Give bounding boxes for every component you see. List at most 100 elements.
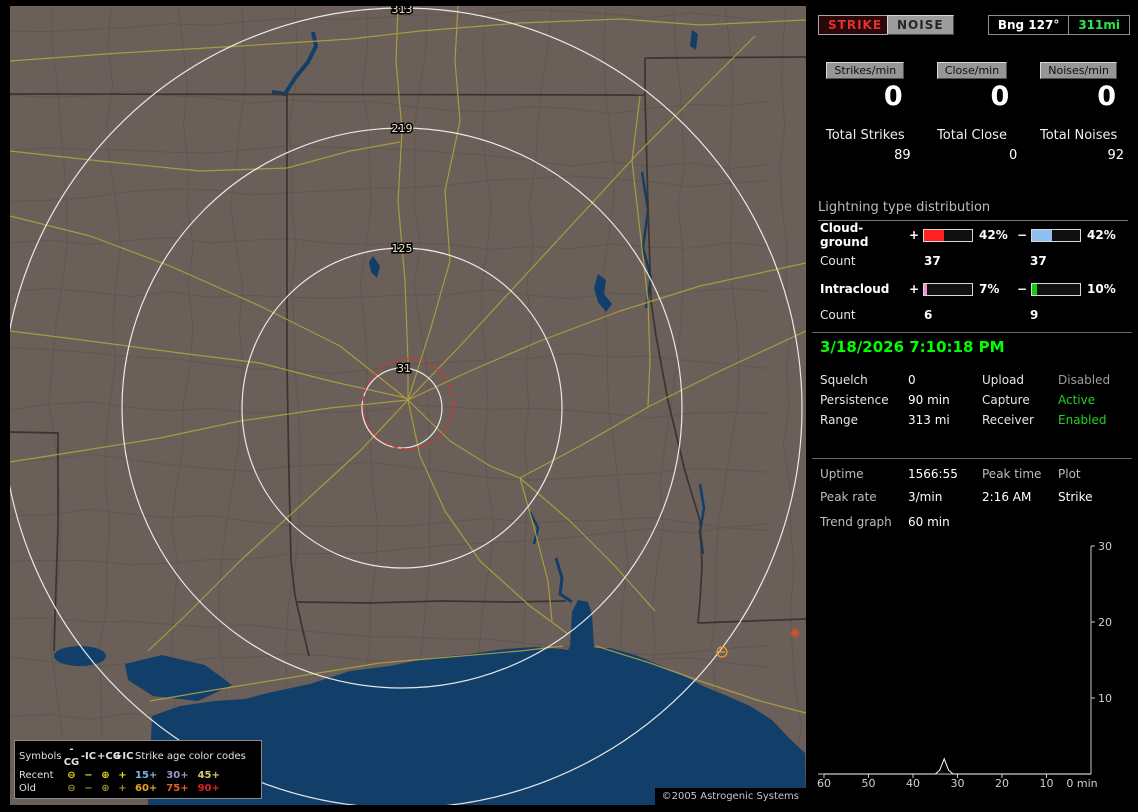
noises-per-min-value: 0	[1097, 81, 1116, 112]
radar-map: 313 219 125 31	[10, 6, 806, 805]
copyright-text: ©2005 Astrogenic Systems	[654, 788, 806, 805]
ring-label-125: 125	[392, 242, 413, 255]
uptime-label: Uptime	[820, 466, 864, 481]
age-code: 45+	[197, 770, 220, 781]
symbol-neg-cg-recent: ⊖	[67, 770, 76, 781]
cg-negative-count: 37	[1030, 254, 1047, 268]
symbol-neg-ic-recent: −	[84, 770, 93, 781]
svg-text:10: 10	[1040, 777, 1054, 790]
trend-graph-label: Trend graph	[820, 515, 892, 529]
count-label: Count	[820, 254, 856, 268]
cg-negative-bar	[1031, 228, 1081, 242]
age-code: 90+	[197, 783, 220, 794]
symbol-neg-cg-old: ⊖	[67, 783, 76, 794]
svg-text:20: 20	[1098, 616, 1112, 629]
legend-old-label: Old	[19, 783, 36, 794]
bearing-value: Bng 127°	[989, 16, 1070, 34]
squelch-value: 0	[908, 373, 916, 387]
legend-col-header: -CG	[63, 744, 80, 768]
status-panel: STRIKE NOISE Bng 127° 311mi Strikes/min …	[812, 6, 1132, 806]
total-close-value: 0	[1009, 148, 1018, 163]
symbol-neg-ic-old: −	[84, 783, 93, 794]
upload-status: Disabled	[1058, 373, 1111, 387]
legend-symbols-header: Symbols	[19, 750, 62, 762]
legend-col-header: -IC	[80, 750, 97, 762]
symbol-pos-ic-old: +	[118, 783, 127, 794]
minus-sign: −	[1016, 282, 1028, 296]
cg-negative-pct: 42%	[1087, 228, 1116, 242]
capture-status: Active	[1058, 393, 1096, 407]
peak-time-value: 2:16 AM	[982, 489, 1032, 504]
age-code: 15+	[135, 770, 158, 781]
ic-negative-bar	[1031, 282, 1081, 296]
noise-mode-button[interactable]: NOISE	[887, 15, 954, 35]
app-window: 313 219 125 31 Symbols -CG -IC +CG +IC S…	[0, 0, 1138, 812]
map-legend: Symbols -CG -IC +CG +IC Strike age color…	[14, 740, 262, 799]
trend-window-value: 60 min	[908, 515, 950, 529]
trend-chart: 60 50 40 30 20 10 0 min 10 20 30	[817, 540, 1112, 790]
svg-text:20: 20	[995, 777, 1009, 790]
svg-text:10: 10	[1098, 692, 1112, 705]
close-per-min-label: Close/min	[936, 62, 1008, 79]
uptime-value: 1566:55	[908, 466, 958, 481]
svg-text:30: 30	[1098, 540, 1112, 553]
plus-sign: +	[908, 228, 920, 242]
trend-header: Trend graph 60 min	[812, 512, 1132, 532]
plot-mode-value: Strike	[1058, 489, 1093, 504]
total-strikes-label: Total Strikes	[826, 128, 905, 143]
intracloud-row: Intracloud + 7% − 10%	[820, 282, 1124, 296]
cg-positive-count: 37	[924, 254, 941, 268]
svg-text:40: 40	[906, 777, 920, 790]
info-table: Uptime 1566:55 Peak time Plot Peak rate …	[812, 462, 1132, 508]
legend-recent-label: Recent	[19, 770, 54, 781]
squelch-label: Squelch	[820, 373, 868, 387]
section-divider	[812, 458, 1132, 459]
symbol-pos-cg-old: ⊕	[101, 783, 110, 794]
peak-rate-label: Peak rate	[820, 489, 877, 504]
age-code: 75+	[166, 783, 189, 794]
distribution-title: Lightning type distribution	[818, 200, 1128, 221]
cg-count-row: Count 37 37	[812, 254, 1132, 268]
ring-label-313: 313	[392, 6, 413, 16]
legend-col-header: +IC	[114, 750, 134, 762]
strikes-per-min-value: 0	[883, 81, 903, 112]
bearing-range-display: Bng 127° 311mi	[987, 15, 1130, 35]
svg-text:0 min: 0 min	[1066, 777, 1097, 790]
peak-rate-value: 3/min	[908, 489, 943, 504]
strikes-per-min-label: Strikes/min	[826, 62, 905, 79]
svg-text:30: 30	[951, 777, 965, 790]
svg-text:60: 60	[817, 777, 831, 790]
count-label: Count	[820, 308, 856, 322]
intracloud-label: Intracloud	[820, 282, 890, 296]
range-value: 313 mi	[908, 413, 950, 427]
strike-mode-button[interactable]: STRIKE	[818, 15, 893, 35]
total-noises-label: Total Noises	[1039, 128, 1118, 143]
ic-positive-bar	[923, 282, 973, 296]
total-close-label: Total Close	[937, 128, 1007, 143]
cloud-ground-row: Cloud-ground + 42% − 42%	[820, 221, 1124, 249]
map-view[interactable]: 313 219 125 31 Symbols -CG -IC +CG +IC S…	[10, 6, 806, 805]
cloud-ground-label: Cloud-ground	[820, 221, 869, 249]
persistence-label: Persistence	[820, 393, 889, 407]
ring-label-31: 31	[397, 362, 411, 375]
receiver-status: Enabled	[1058, 413, 1107, 427]
age-code: 30+	[166, 770, 189, 781]
plot-label: Plot	[1058, 466, 1081, 481]
svg-text:50: 50	[862, 777, 876, 790]
ic-negative-count: 9	[1030, 308, 1039, 322]
total-noises-value: 92	[1107, 148, 1124, 163]
plus-sign: +	[908, 282, 920, 296]
legend-col-header: +CG	[97, 750, 121, 762]
ic-positive-pct: 7%	[979, 282, 1000, 296]
close-per-min-value: 0	[990, 81, 1010, 112]
persistence-value: 90 min	[908, 393, 950, 407]
legend-age-title: Strike age color codes	[135, 750, 246, 762]
total-strikes-value: 89	[894, 148, 911, 163]
status-table: Squelch 0 Upload Disabled Persistence 90…	[812, 370, 1132, 430]
upload-label: Upload	[982, 373, 1025, 387]
bearing-distance: 311mi	[1078, 18, 1120, 32]
symbol-pos-ic-recent: +	[118, 770, 127, 781]
timestamp: 3/18/2026 7:10:18 PM	[820, 338, 1005, 356]
range-label: Range	[820, 413, 859, 427]
ic-negative-pct: 10%	[1087, 282, 1116, 296]
